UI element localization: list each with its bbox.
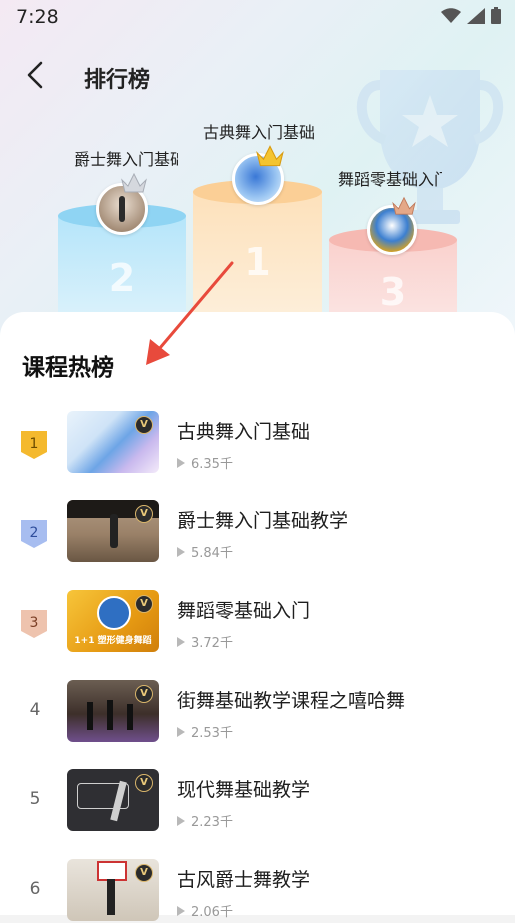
bronze-crown-icon xyxy=(392,196,416,215)
course-title[interactable]: 古风爵士舞教学 xyxy=(177,865,310,892)
course-thumbnail[interactable]: V xyxy=(67,500,159,562)
play-count: 6.35千 xyxy=(177,453,233,472)
list-item[interactable]: 6 V 古风爵士舞教学 2.06千 xyxy=(0,859,515,923)
course-title[interactable]: 爵士舞入门基础教学 xyxy=(177,506,348,533)
list-item[interactable]: 2 V 爵士舞入门基础教学 5.84千 xyxy=(0,500,515,564)
rank-number: 4 xyxy=(29,700,41,720)
course-thumbnail[interactable]: V xyxy=(67,411,159,473)
vip-badge: V xyxy=(135,505,153,523)
vip-badge: V xyxy=(135,774,153,792)
podium-third-rank: 3 xyxy=(379,270,407,314)
vip-badge: V xyxy=(135,595,153,613)
thumbnail-banner-text: 1+1 塑形健身舞蹈 xyxy=(74,636,152,646)
course-thumbnail[interactable]: 1+1 塑形健身舞蹈 V xyxy=(67,590,159,652)
vip-badge: V xyxy=(135,416,153,434)
status-time: 7:28 xyxy=(16,6,59,28)
course-title[interactable]: 舞蹈零基础入门 xyxy=(177,596,310,623)
podium-first-name[interactable]: 古典舞入门基础 xyxy=(203,119,315,143)
hero-banner: 2 1 3 爵士舞入门基础教学 古典舞入门基础 舞蹈零基础入门 xyxy=(0,0,515,360)
course-thumbnail[interactable]: V xyxy=(67,859,159,921)
list-item[interactable]: 3 1+1 塑形健身舞蹈 V 舞蹈零基础入门 3.72千 xyxy=(0,590,515,654)
play-count-value: 2.06千 xyxy=(191,905,233,920)
play-icon xyxy=(177,457,185,468)
annotation-arrow-icon xyxy=(146,261,234,365)
rank-number: 3 xyxy=(29,615,39,631)
page-title: 排行榜 xyxy=(84,68,151,93)
list-item[interactable]: 5 V 现代舞基础教学 2.23千 xyxy=(0,769,515,833)
list-item[interactable]: 1 V 古典舞入门基础 6.35千 xyxy=(0,411,515,475)
course-thumbnail[interactable]: V xyxy=(67,769,159,831)
trophy-icon xyxy=(356,70,504,224)
play-icon xyxy=(177,815,185,826)
rank-number: 2 xyxy=(29,525,39,541)
rank-number: 5 xyxy=(29,789,41,809)
play-count: 2.23千 xyxy=(177,811,233,830)
course-thumbnail[interactable]: V xyxy=(67,680,159,742)
play-count-value: 2.23千 xyxy=(191,815,233,830)
play-count: 5.84千 xyxy=(177,542,233,561)
play-count-value: 2.53千 xyxy=(191,726,233,741)
course-title[interactable]: 街舞基础教学课程之嘻哈舞 xyxy=(177,686,405,713)
signal-icon xyxy=(467,7,485,24)
gold-crown-icon xyxy=(256,145,284,167)
play-icon xyxy=(177,905,185,916)
play-count: 2.53千 xyxy=(177,722,233,741)
rank-number: 1 xyxy=(29,436,39,452)
play-count-value: 5.84千 xyxy=(191,546,233,561)
play-icon xyxy=(177,636,185,647)
silver-crown-icon xyxy=(121,172,147,193)
wifi-icon xyxy=(441,7,461,23)
play-count: 2.06千 xyxy=(177,901,233,920)
vip-badge: V xyxy=(135,685,153,703)
vip-badge: V xyxy=(135,864,153,882)
course-title[interactable]: 古典舞入门基础 xyxy=(177,417,310,444)
play-icon xyxy=(177,726,185,737)
back-arrow-icon[interactable] xyxy=(22,60,52,90)
list-item[interactable]: 4 V 街舞基础教学课程之嘻哈舞 2.53千 xyxy=(0,680,515,744)
course-title[interactable]: 现代舞基础教学 xyxy=(177,775,310,802)
podium-second-name[interactable]: 爵士舞入门基础教学 xyxy=(74,146,178,170)
rank-number: 6 xyxy=(29,879,41,899)
play-count: 3.72千 xyxy=(177,632,233,651)
play-icon xyxy=(177,546,185,557)
battery-icon xyxy=(491,7,501,24)
play-count-value: 6.35千 xyxy=(191,457,233,472)
section-title: 课程热榜 xyxy=(22,355,114,381)
play-count-value: 3.72千 xyxy=(191,636,233,651)
status-bar: 7:28 xyxy=(0,0,515,36)
podium-third-name[interactable]: 舞蹈零基础入门 xyxy=(338,166,442,190)
